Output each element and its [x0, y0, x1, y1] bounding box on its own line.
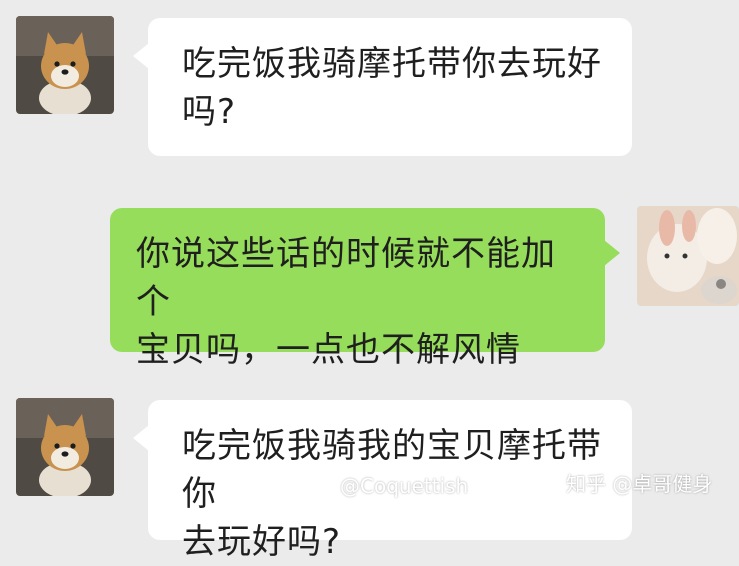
contact-avatar-shiba[interactable] [16, 398, 114, 496]
contact-avatar-shiba[interactable] [16, 16, 114, 114]
shiba-dog-icon [16, 16, 114, 114]
bubble-tail [604, 240, 620, 266]
chat-conversation: 吃完饭我骑摩托带你去玩好 吗? 你说这些话的时候就不能加个 宝贝吗，一点也不解风… [0, 0, 739, 562]
zhihu-watermark: 知乎 @卓哥健身 [566, 472, 713, 496]
weibo-watermark: @Coquettish [340, 474, 469, 498]
bubble-tail [133, 43, 149, 69]
bubble-tail [133, 425, 149, 451]
shiba-dog-icon [16, 398, 114, 496]
self-avatar-bunny[interactable] [637, 206, 739, 306]
incoming-message-bubble[interactable]: 吃完饭我骑我的宝贝摩托带你 去玩好吗? [148, 400, 632, 562]
incoming-message-bubble[interactable]: 吃完饭我骑摩托带你去玩好 吗? [148, 18, 632, 156]
outgoing-message-bubble[interactable]: 你说这些话的时候就不能加个 宝贝吗，一点也不解风情 [110, 208, 605, 370]
bunny-plush-icon [637, 206, 739, 306]
